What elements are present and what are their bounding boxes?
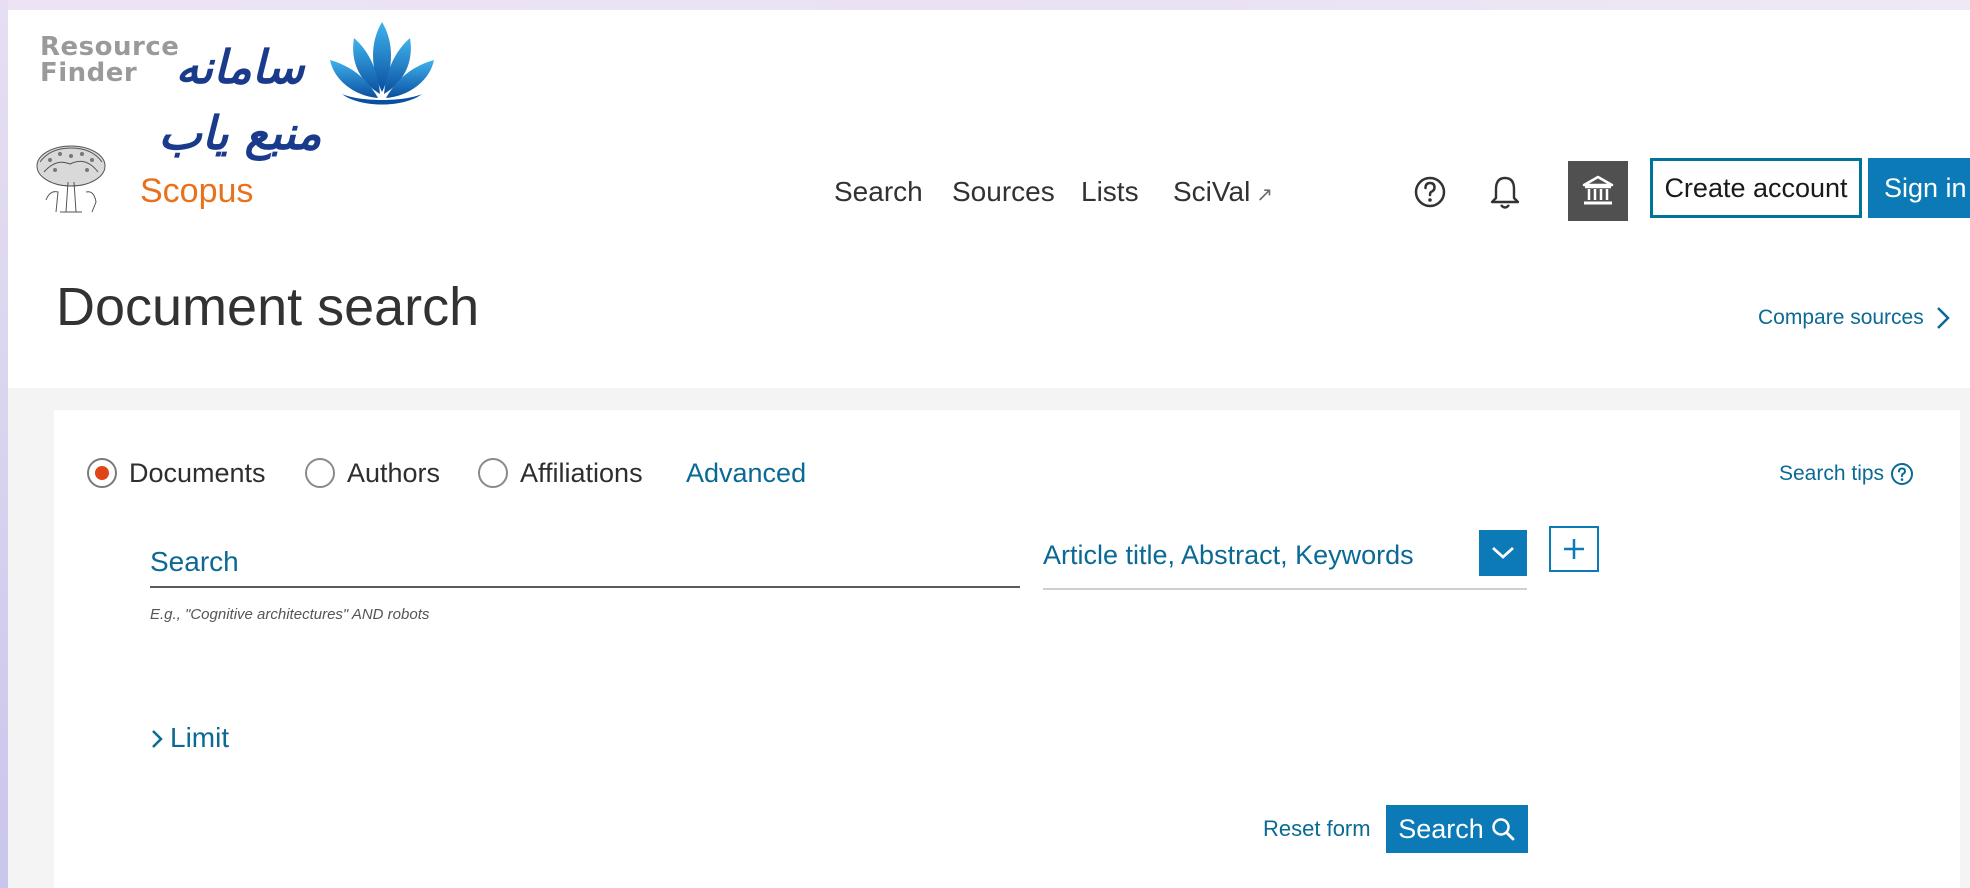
advanced-search-link[interactable]: Advanced — [686, 458, 806, 489]
plus-icon — [1564, 539, 1584, 559]
help-icon[interactable] — [1412, 172, 1448, 212]
sign-in-button[interactable]: Sign in — [1868, 158, 1970, 218]
window-frame-top — [0, 0, 1970, 10]
elsevier-tree-logo[interactable] — [30, 142, 112, 218]
search-field-select[interactable]: Article title, Abstract, Keywords — [1043, 530, 1527, 590]
radio-affiliations[interactable] — [478, 458, 508, 488]
page-title: Document search — [56, 277, 480, 337]
scopus-logo-text[interactable]: Scopus — [140, 172, 253, 211]
help-icon — [1891, 463, 1914, 485]
search-tips-link[interactable]: Search tips — [1779, 462, 1914, 486]
nav-sources[interactable]: Sources — [952, 176, 1055, 208]
chevron-right-icon — [152, 730, 163, 748]
nav-scival-label: SciVal — [1173, 176, 1251, 207]
window-frame-left — [0, 0, 8, 888]
search-hint: E.g., "Cognitive architectures" AND robo… — [150, 606, 430, 623]
external-link-icon: ↗ — [1256, 184, 1274, 206]
nav-scival[interactable]: SciVal ↗ — [1173, 176, 1273, 208]
compare-sources-label: Compare sources — [1758, 306, 1924, 329]
search-submit-label: Search — [1398, 813, 1484, 844]
radio-documents[interactable] — [87, 458, 117, 488]
reset-form-link[interactable]: Reset form — [1263, 816, 1371, 842]
institution-button[interactable] — [1568, 161, 1628, 221]
compare-sources-link[interactable]: Compare sources — [1758, 306, 1950, 330]
add-search-field-button[interactable] — [1549, 526, 1599, 572]
create-account-button[interactable]: Create account — [1650, 158, 1862, 218]
search-card — [54, 410, 1960, 888]
lotus-icon — [330, 22, 434, 105]
radio-authors[interactable] — [305, 458, 335, 488]
search-input[interactable] — [150, 538, 1020, 588]
chevron-down-icon — [1492, 546, 1514, 559]
search-field-value: Article title, Abstract, Keywords — [1043, 540, 1414, 570]
search-submit-button[interactable]: Search — [1386, 805, 1528, 853]
resource-finder-logo-text: Resource Finder — [40, 32, 180, 88]
bell-icon[interactable] — [1487, 172, 1523, 212]
limit-toggle[interactable]: Limit — [150, 722, 229, 754]
chevron-right-icon — [1936, 307, 1950, 329]
limit-label: Limit — [170, 722, 230, 753]
search-tips-label: Search tips — [1779, 462, 1885, 485]
search-icon — [1492, 818, 1515, 841]
search-field-dropdown-button[interactable] — [1479, 530, 1527, 576]
resource-finder-logo[interactable]: Resource Finder سامانه منبع یاب — [40, 18, 440, 160]
nav-search[interactable]: Search — [834, 176, 923, 208]
nav-lists[interactable]: Lists — [1081, 176, 1139, 208]
radio-documents-label[interactable]: Documents — [129, 458, 266, 489]
institution-icon — [1582, 175, 1614, 205]
radio-authors-label[interactable]: Authors — [347, 458, 440, 489]
resource-finder-persian-text: سامانه منبع یاب — [158, 40, 322, 160]
radio-affiliations-label[interactable]: Affiliations — [520, 458, 643, 489]
